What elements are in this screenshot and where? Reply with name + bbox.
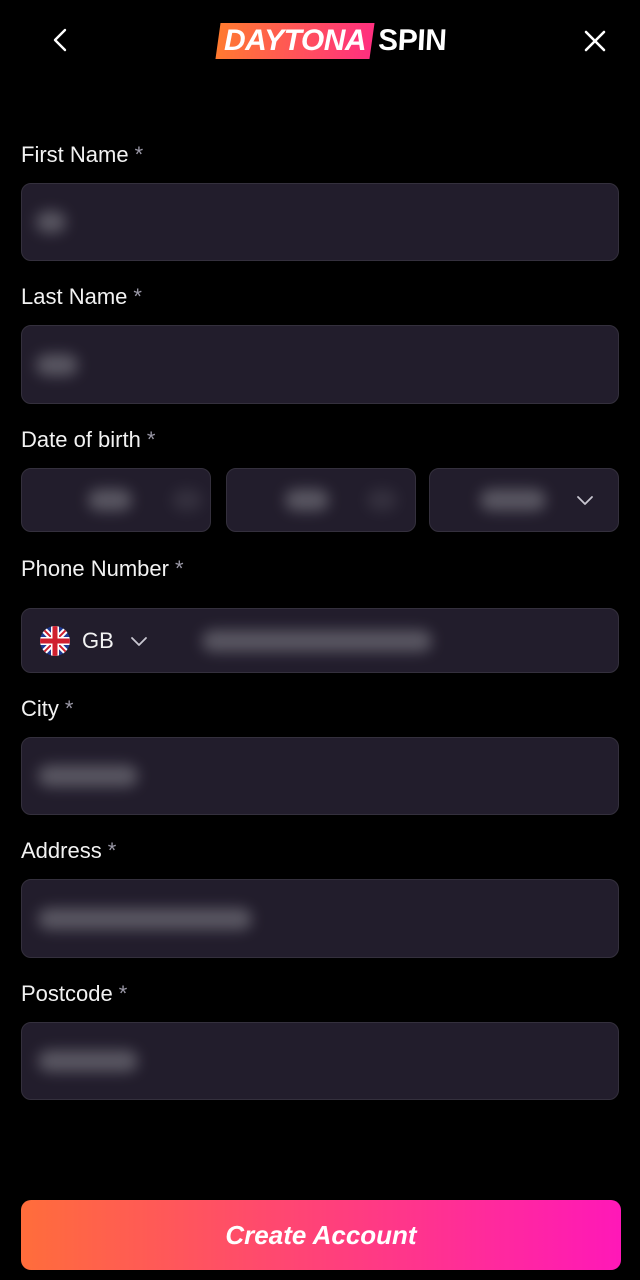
postcode-input[interactable] bbox=[21, 1022, 619, 1100]
date-of-birth-label: Date of birth * bbox=[21, 427, 156, 452]
dob-year-select[interactable] bbox=[429, 468, 619, 532]
close-icon bbox=[584, 30, 606, 52]
logo-text: SPIN bbox=[375, 24, 449, 57]
phone-number-label: Phone Number * bbox=[21, 556, 184, 581]
redacted-value bbox=[38, 765, 138, 787]
uk-flag-icon bbox=[40, 625, 70, 656]
redacted-value bbox=[202, 629, 432, 652]
redacted-value bbox=[36, 353, 78, 376]
city-input[interactable] bbox=[21, 737, 619, 815]
last-name-label: Last Name * bbox=[21, 284, 142, 309]
redacted-value bbox=[285, 489, 329, 511]
city-label: City * bbox=[21, 696, 74, 721]
redacted-value bbox=[367, 489, 397, 511]
phone-number-field: GB bbox=[21, 608, 619, 673]
address-input[interactable] bbox=[21, 879, 619, 958]
address-label: Address * bbox=[21, 838, 117, 863]
brand-logo: DAYTONA SPIN bbox=[215, 22, 449, 60]
chevron-down-icon bbox=[577, 496, 593, 505]
chevron-down-icon bbox=[130, 636, 147, 646]
postcode-label: Postcode * bbox=[21, 981, 128, 1006]
redacted-value bbox=[36, 211, 66, 233]
back-button[interactable] bbox=[40, 20, 80, 60]
dob-day-select[interactable] bbox=[21, 468, 211, 532]
redacted-value bbox=[88, 489, 132, 511]
top-bar: DAYTONA SPIN bbox=[0, 0, 640, 82]
redacted-value bbox=[480, 489, 546, 511]
redacted-value bbox=[172, 489, 202, 511]
phone-number-input[interactable] bbox=[172, 609, 612, 672]
first-name-label: First Name * bbox=[21, 142, 144, 167]
country-code-text: GB bbox=[82, 627, 114, 653]
last-name-input[interactable] bbox=[21, 325, 619, 404]
country-code-select[interactable]: GB bbox=[40, 609, 148, 672]
redacted-value bbox=[38, 907, 252, 930]
chevron-left-icon bbox=[53, 28, 67, 52]
dob-month-select[interactable] bbox=[226, 468, 416, 532]
create-account-button[interactable]: Create Account bbox=[21, 1200, 621, 1270]
logo-highlight: DAYTONA bbox=[215, 23, 375, 59]
close-button[interactable] bbox=[574, 20, 616, 62]
first-name-input[interactable] bbox=[21, 183, 619, 261]
redacted-value bbox=[38, 1050, 138, 1072]
